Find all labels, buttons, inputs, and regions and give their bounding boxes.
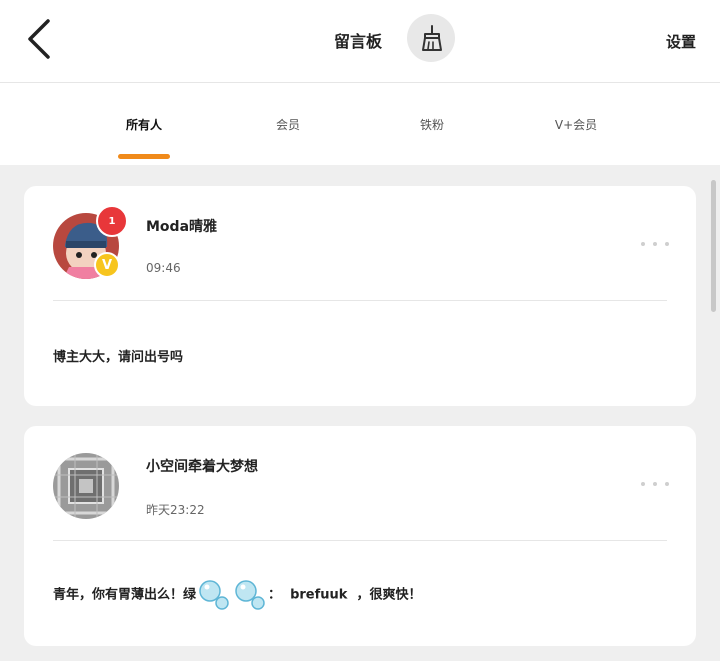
message-text-part: 青年，你有胃薄出么！绿 <box>53 587 197 603</box>
message-card: 1 V Moda晴雅 09:46 博主大大，请问出号吗 <box>24 186 696 406</box>
vip-badge: V <box>94 252 120 278</box>
more-dot-icon <box>653 482 657 486</box>
divider <box>53 540 667 541</box>
broom-icon <box>422 25 442 51</box>
timestamp: 09:46 <box>146 261 181 275</box>
timestamp: 昨天23:22 <box>146 503 205 517</box>
active-tab-indicator <box>118 154 170 159</box>
top-bar: 留言板 设置 <box>0 0 720 83</box>
message-list: 1 V Moda晴雅 09:46 博主大大，请问出号吗 小空间牵着大梦想 昨天2… <box>0 165 720 661</box>
more-dot-icon <box>641 242 645 246</box>
username[interactable]: Moda晴雅 <box>146 216 217 236</box>
tab-members[interactable]: 会员 <box>248 116 328 133</box>
tab-vplus-members[interactable]: V+会员 <box>536 116 616 133</box>
avatar[interactable] <box>53 453 119 519</box>
message-text: 青年，你有胃薄出么！绿 ： brefuuk ，很爽快！ <box>53 579 421 611</box>
message-card: 小空间牵着大梦想 昨天23:22 青年，你有胃薄出么！绿 ： brefuuk ，… <box>24 426 696 646</box>
more-dot-icon <box>641 482 645 486</box>
username[interactable]: 小空间牵着大梦想 <box>146 456 258 476</box>
more-dot-icon <box>653 242 657 246</box>
chevron-left-icon <box>28 19 50 59</box>
bubbles-emoji-icon <box>235 580 265 610</box>
tab-all[interactable]: 所有人 <box>104 116 184 133</box>
message-text: 博主大大，请问出号吗 <box>53 350 184 365</box>
tab-fans[interactable]: 铁粉 <box>392 116 472 133</box>
more-options-button[interactable] <box>641 232 669 256</box>
tab-bar: 所有人 会员 铁粉 V+会员 <box>0 83 720 165</box>
notification-badge: 1 <box>96 205 128 237</box>
scrollbar[interactable] <box>711 180 716 312</box>
clear-button[interactable] <box>407 14 455 62</box>
bubbles-emoji-icon <box>199 580 229 610</box>
back-button[interactable] <box>22 16 58 62</box>
more-dot-icon <box>665 242 669 246</box>
divider <box>53 300 667 301</box>
more-dot-icon <box>665 482 669 486</box>
page-title: 留言板 <box>334 32 383 51</box>
settings-button[interactable]: 设置 <box>666 31 696 52</box>
more-options-button[interactable] <box>641 472 669 496</box>
message-text-part: ： brefuuk ，很爽快！ <box>268 587 422 603</box>
